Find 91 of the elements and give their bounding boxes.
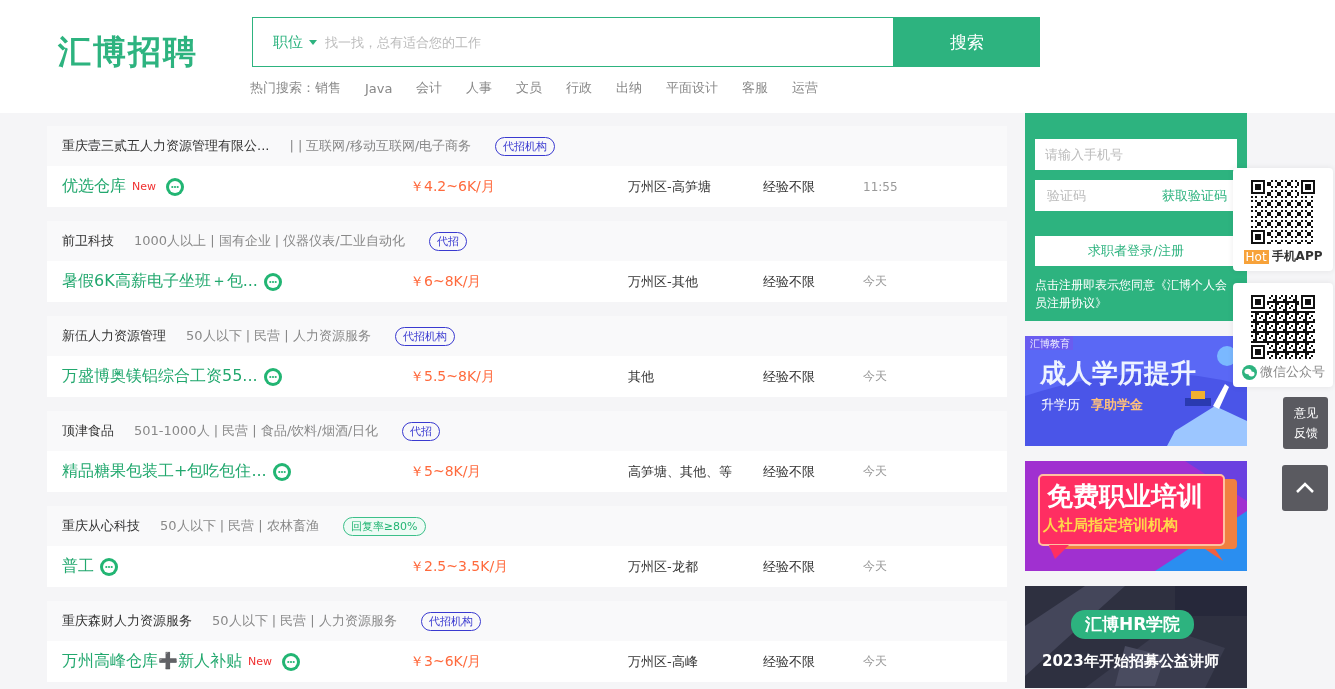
banner-highlight: 享助学金 [1091, 396, 1143, 414]
post-time: 今天 [863, 463, 887, 480]
salary: ￥6~8K/月 [410, 272, 483, 291]
hot-search-link[interactable]: 出纳 [616, 79, 643, 97]
banner-title: 免费职业培训 [1047, 480, 1203, 513]
qr-code [1251, 295, 1315, 359]
job-title[interactable]: 普工 [62, 556, 94, 577]
agreement-text: 点击注册即表示您同意《汇博个人会员注册协议》 [1035, 277, 1228, 312]
company-name[interactable]: 重庆从心科技 [62, 517, 140, 535]
hot-search-link[interactable]: 人事 [466, 79, 493, 97]
company-name[interactable]: 顶津食品 [62, 422, 114, 440]
experience: 经验不限 [763, 557, 816, 576]
company-name[interactable]: 新伍人力资源管理 [62, 327, 166, 345]
company-info: 1000人以上 | 国有企业 | 仪器仪表/工业自动化 [134, 232, 405, 250]
post-time: 今天 [863, 368, 887, 385]
company-name[interactable]: 重庆壹三贰五人力资源管理有限公... [62, 137, 270, 155]
banner-brand: 汇博教育 [1030, 337, 1070, 351]
get-code-link[interactable]: 获取验证码 [1162, 186, 1227, 205]
hot-search-link[interactable]: Java [365, 80, 393, 96]
post-time: 今天 [863, 653, 887, 670]
ad-banner[interactable]: 汇博HR学院 2023年开始招募公益讲师 [1025, 586, 1247, 688]
qr-code [1251, 180, 1315, 244]
post-time: 今天 [863, 273, 887, 290]
hot-search-link[interactable]: 平面设计 [666, 79, 719, 97]
experience: 经验不限 [763, 367, 816, 386]
experience: 经验不限 [763, 177, 816, 196]
qr-label: 微信公众号 [1259, 363, 1325, 381]
banner-title: 成人学历提升 [1040, 357, 1196, 390]
company-info: 50人以下 | 民营 | 人力资源服务 [186, 327, 371, 345]
phone-field[interactable]: 请输入手机号 [1035, 139, 1237, 170]
ad-banner[interactable]: 汇博教育 成人学历提升 升学历 享助学金 [1025, 336, 1247, 446]
wechat-icon [1241, 364, 1257, 380]
hot-search-link[interactable]: 运营 [792, 79, 819, 97]
company-info: | | 互联网/移动互联网/电子商务 [289, 137, 472, 155]
company-info: 50人以下 | 民营 | 农林畜渔 [160, 517, 319, 535]
company-name[interactable]: 前卫科技 [62, 232, 114, 250]
hot-search-link[interactable]: 会计 [416, 79, 443, 97]
site-logo[interactable]: 汇博招聘 [58, 30, 252, 75]
hot-search-label: 热门搜索： [250, 79, 315, 97]
new-label: New [132, 180, 156, 193]
chevron-up-icon [1295, 482, 1315, 494]
post-time: 今天 [863, 558, 887, 575]
experience: 经验不限 [763, 272, 816, 291]
caret-icon [309, 39, 317, 45]
job-title[interactable]: 暑假6K高薪电子坐班＋包... [62, 271, 258, 292]
salary: ￥3~6K/月 [410, 652, 483, 671]
job-title[interactable]: 万盛博奥镁铝综合工资55... [62, 366, 258, 387]
search-button[interactable]: 搜索 [893, 17, 1040, 67]
salary: ￥5.5~8K/月 [410, 367, 496, 386]
qr-code-card[interactable]: Hot 手机APP [1233, 168, 1333, 271]
back-to-top-button[interactable] [1282, 465, 1328, 511]
company-name[interactable]: 重庆森财人力资源服务 [62, 612, 192, 630]
experience: 经验不限 [763, 652, 816, 671]
company-info: 501-1000人 | 民营 | 食品/饮料/烟酒/日化 [134, 422, 379, 440]
qr-code-card[interactable]: 微信公众号 [1233, 283, 1333, 387]
location: 万州区-其他 [628, 272, 699, 291]
location: 万州区-高笋塘 [628, 177, 712, 196]
location: 万州区-龙都 [628, 557, 699, 576]
hot-search-link[interactable]: 行政 [566, 79, 593, 97]
salary: ￥5~8K/月 [410, 462, 483, 481]
chat-icon [282, 652, 300, 671]
banner-subtitle: 人社局指定培训机构 [1043, 516, 1178, 535]
company-info: 50人以下 | 民营 | 人力资源服务 [212, 612, 397, 630]
post-time: 11:55 [863, 179, 898, 194]
salary: ￥2.5~3.5K/月 [410, 557, 510, 576]
chat-icon [263, 272, 282, 291]
feedback-button[interactable]: 意见反馈 [1283, 397, 1328, 449]
location: 万州区-高峰 [628, 652, 699, 671]
reply-rate-tag: 回复率≥80% [342, 516, 426, 536]
hot-search-link[interactable]: 文员 [516, 79, 543, 97]
salary: ￥4.2~6K/月 [410, 177, 496, 196]
hot-search-link[interactable]: 客服 [742, 79, 769, 97]
banner-subtitle: 2023年开始招募公益讲师 [1042, 652, 1219, 671]
location: 高笋塘、其他、等 [628, 462, 733, 481]
new-label: New [248, 655, 272, 668]
hot-search-link[interactable]: 销售 [315, 79, 341, 97]
chat-icon [263, 367, 282, 386]
job-title[interactable]: 优选仓库 [62, 176, 126, 197]
banner-badge: 汇博HR学院 [1071, 610, 1195, 639]
hot-badge: Hot [1243, 249, 1269, 264]
qr-label: 手机APP [1271, 248, 1323, 265]
banner-subtitle: 升学历 [1041, 396, 1080, 414]
location: 其他 [628, 367, 655, 386]
chat-icon [100, 557, 118, 576]
chat-icon [166, 177, 184, 196]
category-dropdown[interactable]: 职位 [273, 32, 317, 52]
experience: 经验不限 [763, 462, 816, 481]
ad-banner[interactable]: 免费职业培训 人社局指定培训机构 [1025, 461, 1247, 571]
job-title[interactable]: 精品糖果包装工+包吃包住... [62, 461, 267, 482]
job-title[interactable]: 万州高峰仓库➕新人补贴 [62, 651, 242, 672]
chat-icon [272, 462, 291, 481]
